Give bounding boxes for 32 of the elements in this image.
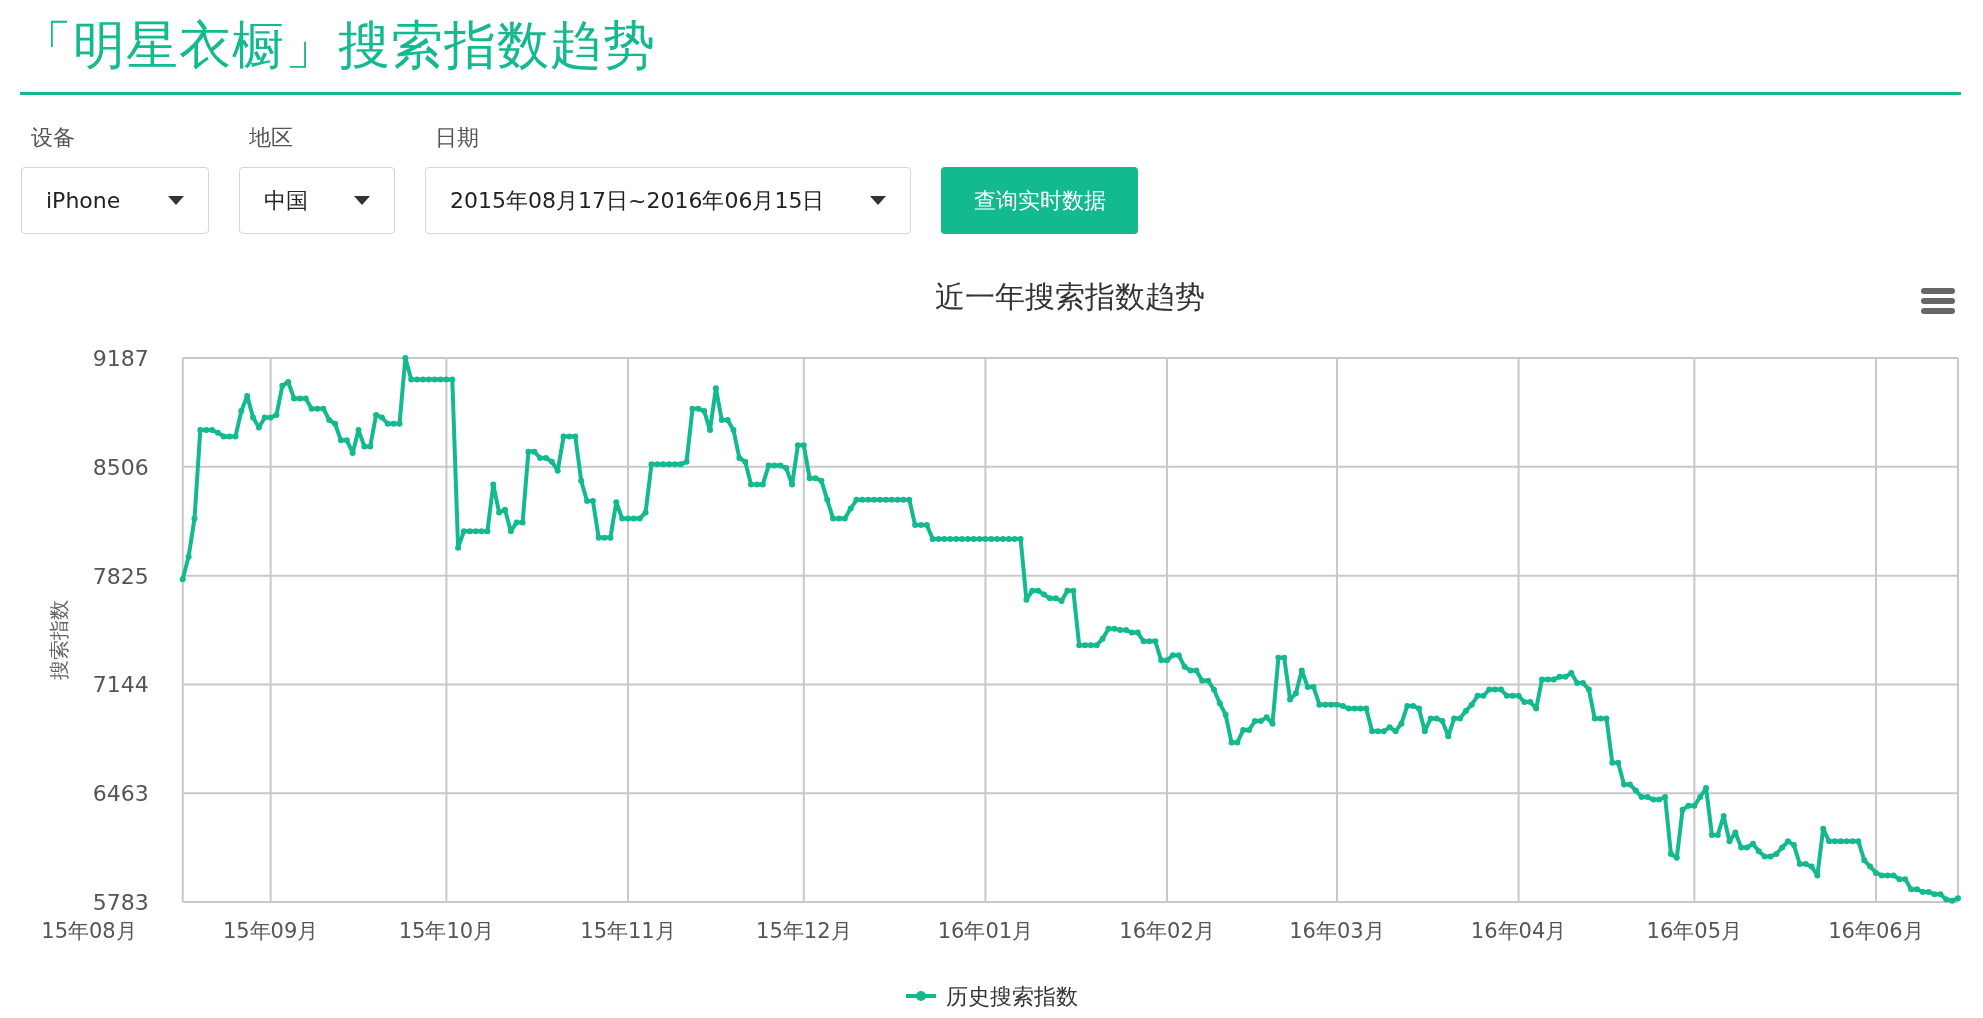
- filter-label: 设备: [30, 124, 76, 152]
- axis-label: 16年02月: [1119, 919, 1215, 943]
- axis-label: 16年04月: [1470, 919, 1567, 943]
- axis-label: 15年09月: [222, 919, 319, 943]
- axis-label: 16年01月: [937, 919, 1034, 943]
- legend-marker-icon: [906, 991, 936, 1001]
- axis-label: 8506: [92, 454, 149, 480]
- axis-label: 6463: [92, 781, 149, 807]
- caret-icon: [168, 196, 184, 205]
- axis-title: 搜索指数: [47, 600, 71, 680]
- legend-label[interactable]: 历史搜索指数: [946, 984, 1078, 1009]
- caret-icon: [354, 196, 370, 205]
- axis-label: 7144: [92, 672, 149, 698]
- axis-label: 15年08月: [41, 919, 137, 943]
- filter-label: 日期: [434, 124, 480, 152]
- axis-label: 16年05月: [1646, 919, 1743, 943]
- axis-label: 16年03月: [1289, 919, 1385, 943]
- axis-label: 9187: [92, 346, 149, 371]
- page-title: 「明星衣橱」搜索指数趋势: [20, 14, 656, 77]
- caret-icon: [870, 196, 886, 205]
- axis-label: 15年10月: [398, 919, 495, 943]
- menu-icon[interactable]: [1921, 288, 1955, 314]
- dropdown[interactable]: 中国: [239, 167, 395, 234]
- axis-label: 7825: [92, 563, 149, 589]
- dropdown[interactable]: iPhone: [21, 167, 209, 234]
- filter-label: 地区: [248, 124, 294, 152]
- chart-title: 近一年搜索指数趋势: [935, 279, 1206, 314]
- axis-label: 15年12月: [756, 919, 852, 943]
- axis-label: 5783: [92, 890, 149, 915]
- axis-label: 15年11月: [580, 919, 676, 943]
- dropdown[interactable]: 2015年08月17日~2016年06月15日: [425, 167, 911, 234]
- axis-label: 16年06月: [1828, 919, 1924, 943]
